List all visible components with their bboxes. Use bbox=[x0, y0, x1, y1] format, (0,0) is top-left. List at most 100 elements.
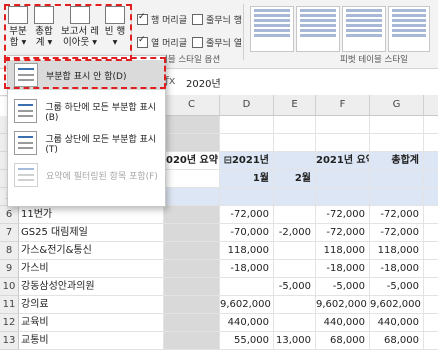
table-cell[interactable] bbox=[164, 188, 220, 206]
table-cell[interactable]: 9,602,000 bbox=[316, 296, 370, 314]
table-cell[interactable]: 55,000 bbox=[220, 332, 274, 350]
table-cell[interactable] bbox=[424, 206, 438, 224]
table-cell[interactable]: -5,000 bbox=[316, 278, 370, 296]
table-cell[interactable] bbox=[316, 170, 370, 188]
table-cell[interactable] bbox=[424, 314, 438, 332]
column-header-g[interactable]: G bbox=[370, 95, 424, 116]
table-cell[interactable]: 118,000 bbox=[370, 242, 424, 260]
table-cell[interactable] bbox=[164, 296, 220, 314]
column-header-h[interactable] bbox=[424, 95, 438, 116]
table-cell[interactable] bbox=[424, 134, 438, 152]
table-cell[interactable] bbox=[424, 188, 438, 206]
table-cell[interactable] bbox=[274, 314, 316, 332]
table-cell[interactable] bbox=[164, 314, 220, 332]
menu-item-subtotals-top[interactable]: 그룹 상단에 모든 부분합 표시(T) bbox=[8, 128, 165, 158]
table-style-swatch[interactable] bbox=[342, 6, 386, 52]
table-cell[interactable] bbox=[424, 242, 438, 260]
table-cell[interactable]: -5,000 bbox=[370, 278, 424, 296]
table-cell[interactable]: 가스&전기&통신 bbox=[19, 242, 164, 260]
table-cell[interactable] bbox=[370, 170, 424, 188]
table-cell[interactable] bbox=[274, 152, 316, 170]
table-style-swatch[interactable] bbox=[296, 6, 340, 52]
row-header[interactable]: 9 bbox=[0, 260, 19, 278]
banded-columns-checkbox[interactable]: 줄무늬 열 bbox=[192, 36, 242, 49]
table-cell[interactable]: 68,000 bbox=[370, 332, 424, 350]
table-cell[interactable]: -72,000 bbox=[316, 224, 370, 242]
table-cell[interactable]: 68,000 bbox=[316, 332, 370, 350]
table-cell[interactable] bbox=[424, 278, 438, 296]
table-cell[interactable]: 교육비 bbox=[19, 314, 164, 332]
table-style-swatch[interactable] bbox=[388, 6, 430, 52]
row-headers-checkbox[interactable]: 행 머리글 bbox=[137, 12, 187, 26]
table-cell[interactable]: 9,602,000 bbox=[220, 296, 274, 314]
table-cell[interactable] bbox=[164, 260, 220, 278]
table-cell[interactable]: 2021년 요약 bbox=[316, 152, 370, 170]
table-cell[interactable]: -72,000 bbox=[370, 224, 424, 242]
table-cell[interactable]: 440,000 bbox=[316, 314, 370, 332]
table-cell[interactable] bbox=[274, 296, 316, 314]
table-cell[interactable] bbox=[164, 116, 220, 134]
table-cell[interactable] bbox=[220, 134, 274, 152]
table-cell[interactable]: 020년 요약 bbox=[164, 152, 220, 170]
table-cell[interactable]: GS25 대림제일 bbox=[19, 224, 164, 242]
table-cell[interactable]: -72,000 bbox=[316, 206, 370, 224]
table-cell[interactable]: 118,000 bbox=[220, 242, 274, 260]
table-cell[interactable] bbox=[424, 116, 438, 134]
table-cell[interactable]: 2월 bbox=[274, 170, 316, 188]
table-cell[interactable] bbox=[316, 116, 370, 134]
table-cell[interactable] bbox=[424, 224, 438, 242]
table-cell[interactable]: 118,000 bbox=[316, 242, 370, 260]
table-cell[interactable] bbox=[274, 206, 316, 224]
banded-rows-checkbox[interactable]: 줄무늬 행 bbox=[192, 13, 242, 26]
menu-item-subtotals-bottom[interactable]: 그룹 하단에 모든 부분합 표시(B) bbox=[8, 96, 165, 126]
table-cell[interactable] bbox=[164, 278, 220, 296]
row-header[interactable]: 10 bbox=[0, 278, 19, 296]
table-cell[interactable] bbox=[370, 188, 424, 206]
table-cell[interactable]: -72,000 bbox=[220, 206, 274, 224]
table-cell[interactable] bbox=[164, 332, 220, 350]
table-cell[interactable]: -72,000 bbox=[370, 206, 424, 224]
table-cell[interactable]: -70,000 bbox=[220, 224, 274, 242]
row-header[interactable]: 8 bbox=[0, 242, 19, 260]
column-header-d[interactable]: D bbox=[220, 95, 274, 116]
row-header[interactable]: 13 bbox=[0, 332, 19, 350]
table-style-swatch[interactable] bbox=[250, 6, 294, 52]
table-cell[interactable] bbox=[370, 116, 424, 134]
table-cell[interactable] bbox=[164, 224, 220, 242]
table-cell[interactable] bbox=[220, 116, 274, 134]
column-header-e[interactable]: E bbox=[274, 95, 316, 116]
table-cell[interactable]: 440,000 bbox=[220, 314, 274, 332]
table-cell[interactable] bbox=[424, 296, 438, 314]
table-cell[interactable] bbox=[424, 152, 438, 170]
row-header[interactable]: 7 bbox=[0, 224, 19, 242]
table-cell[interactable] bbox=[164, 206, 220, 224]
table-cell[interactable]: -5,000 bbox=[274, 278, 316, 296]
table-cell[interactable]: 11번가 bbox=[19, 206, 164, 224]
table-cell[interactable]: -18,000 bbox=[220, 260, 274, 278]
table-cell[interactable] bbox=[164, 134, 220, 152]
table-cell[interactable] bbox=[274, 116, 316, 134]
table-cell[interactable] bbox=[274, 260, 316, 278]
table-cell[interactable]: -18,000 bbox=[316, 260, 370, 278]
table-cell[interactable]: 강의료 bbox=[19, 296, 164, 314]
table-cell[interactable] bbox=[164, 170, 220, 188]
table-cell[interactable]: 13,000 bbox=[274, 332, 316, 350]
table-cell[interactable]: 440,000 bbox=[370, 314, 424, 332]
column-header-c[interactable]: C bbox=[164, 95, 220, 116]
column-headers-checkbox[interactable]: 열 머리글 bbox=[137, 35, 187, 49]
table-cell[interactable] bbox=[424, 332, 438, 350]
row-header[interactable]: 11 bbox=[0, 296, 19, 314]
table-cell[interactable]: ⊟2021년 bbox=[220, 152, 274, 170]
row-header[interactable]: 12 bbox=[0, 314, 19, 332]
table-cell[interactable] bbox=[316, 188, 370, 206]
table-cell[interactable] bbox=[424, 170, 438, 188]
table-cell[interactable] bbox=[220, 188, 274, 206]
table-cell[interactable]: 교통비 bbox=[19, 332, 164, 350]
column-header-f[interactable]: F bbox=[316, 95, 370, 116]
row-header[interactable]: 6 bbox=[0, 206, 19, 224]
table-cell[interactable] bbox=[274, 188, 316, 206]
table-cell[interactable]: -18,000 bbox=[370, 260, 424, 278]
table-cell[interactable]: 강동삼성안과의원 bbox=[19, 278, 164, 296]
table-cell[interactable]: 1월 bbox=[220, 170, 274, 188]
table-cell[interactable] bbox=[274, 134, 316, 152]
